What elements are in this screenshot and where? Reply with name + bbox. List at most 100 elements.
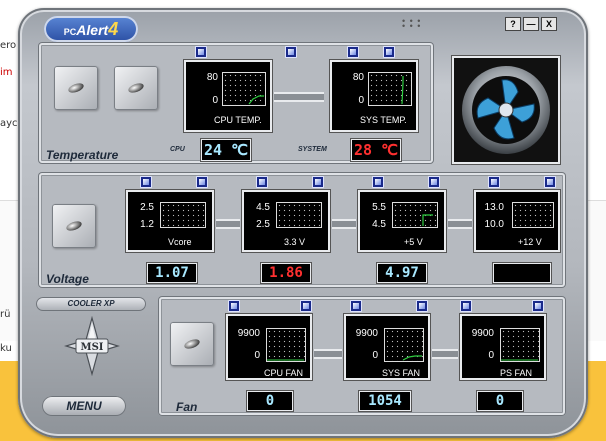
drag-handle[interactable]: • • • • • • bbox=[402, 17, 421, 31]
trend-graph bbox=[368, 72, 412, 106]
msi-compass-icon: MSI bbox=[63, 315, 121, 377]
settings-icon[interactable] bbox=[544, 176, 556, 188]
temperature-panel: 80 0 CPU TEMP. 80 0 SYS TEMP. Temperatur… bbox=[38, 42, 434, 164]
settings-icon[interactable] bbox=[228, 300, 240, 312]
settings-icon[interactable] bbox=[372, 176, 384, 188]
scale-low: 1.2 bbox=[140, 219, 154, 230]
monitor-label: 3.3 V bbox=[284, 237, 306, 247]
monitor-label: SYS TEMP. bbox=[360, 115, 407, 125]
trend-line bbox=[422, 214, 433, 226]
trend-graph bbox=[392, 202, 438, 228]
voltage-label: Voltage bbox=[46, 272, 89, 286]
trend-line bbox=[248, 95, 264, 105]
connector bbox=[432, 349, 458, 359]
scale-low: 10.0 bbox=[484, 219, 504, 230]
scale-low: 2.5 bbox=[256, 219, 270, 230]
settings-icon[interactable] bbox=[383, 46, 395, 58]
pc-alert-logo: PCAlert4 bbox=[44, 16, 138, 42]
settings-icon[interactable] bbox=[416, 300, 428, 312]
scale-low: 4.5 bbox=[372, 219, 386, 230]
scale-min: 0 bbox=[488, 350, 494, 361]
v33-readout: 1.86 bbox=[262, 264, 310, 282]
trend-graph bbox=[384, 328, 424, 362]
pc-alert-window: PCAlert4 • • • • • • ? — X 80 0 CPU TEMP.… bbox=[18, 8, 588, 438]
settings-icon[interactable] bbox=[195, 46, 207, 58]
fan-panel: 9900 0 CPU FAN 0 9900 0 SYS FAN 1054 990… bbox=[158, 296, 566, 416]
scale-min: 0 bbox=[372, 350, 378, 361]
settings-icon[interactable] bbox=[256, 176, 268, 188]
settings-icon[interactable] bbox=[350, 300, 362, 312]
trend-graph bbox=[276, 202, 322, 228]
temperature-sensor-toggle[interactable] bbox=[54, 66, 98, 110]
menu-label: MENU bbox=[66, 399, 102, 413]
scale-high: 4.5 bbox=[256, 202, 270, 213]
v12-readout bbox=[494, 264, 550, 282]
settings-icon[interactable] bbox=[196, 176, 208, 188]
trend-line bbox=[402, 355, 422, 361]
v5-readout: 4.97 bbox=[378, 264, 426, 282]
voltage-panel: 2.5 1.2 Vcore 1.07 4.5 2.5 3.3 V 1.86 5.… bbox=[38, 172, 566, 288]
v33-monitor: 4.5 2.5 3.3 V bbox=[242, 190, 330, 252]
settings-icon[interactable] bbox=[140, 176, 152, 188]
scale-min: 0 bbox=[212, 95, 218, 106]
trend-graph bbox=[266, 328, 306, 362]
settings-icon[interactable] bbox=[532, 300, 544, 312]
minimize-button[interactable]: — bbox=[523, 17, 539, 31]
voltage-sensor-toggle[interactable] bbox=[52, 204, 96, 248]
connector bbox=[448, 219, 472, 229]
ps-fan-monitor: 9900 0 PS FAN bbox=[460, 314, 546, 380]
monitor-label: PS FAN bbox=[500, 368, 533, 378]
msi-text: MSI bbox=[81, 342, 104, 353]
sys-fan-readout: 1054 bbox=[360, 392, 410, 410]
v5-monitor: 5.5 4.5 +5 V bbox=[358, 190, 446, 252]
trend-graph bbox=[222, 72, 266, 106]
trend-graph bbox=[160, 202, 206, 228]
v12-monitor: 13.0 10.0 +12 V bbox=[474, 190, 560, 252]
scale-max: 80 bbox=[206, 72, 218, 83]
fan-sensor-toggle[interactable] bbox=[170, 322, 214, 366]
system-label: SYSTEM bbox=[298, 146, 327, 153]
settings-icon[interactable] bbox=[285, 46, 297, 58]
close-button[interactable]: X bbox=[541, 17, 557, 31]
temperature-label: Temperature bbox=[46, 148, 119, 162]
settings-icon[interactable] bbox=[488, 176, 500, 188]
cooler-xp-button[interactable]: COOLER XP bbox=[36, 297, 146, 311]
scale-high: 13.0 bbox=[484, 202, 504, 213]
monitor-label: +5 V bbox=[404, 237, 423, 247]
connector bbox=[314, 349, 342, 359]
settings-icon[interactable] bbox=[300, 300, 312, 312]
msi-logo: MSI bbox=[63, 315, 121, 377]
vcore-readout: 1.07 bbox=[148, 264, 196, 282]
system-temp-readout: 28 ℃ bbox=[352, 140, 400, 160]
settings-icon[interactable] bbox=[460, 300, 472, 312]
cpu-fan-monitor: 9900 0 CPU FAN bbox=[226, 314, 312, 380]
background-text: ayc bbox=[0, 118, 18, 129]
monitor-label: Vcore bbox=[168, 237, 192, 247]
monitor-label: SYS FAN bbox=[382, 368, 421, 378]
trend-line bbox=[401, 76, 404, 105]
sys-fan-monitor: 9900 0 SYS FAN bbox=[344, 314, 430, 380]
scale-high: 5.5 bbox=[372, 202, 386, 213]
scale-max: 9900 bbox=[471, 328, 494, 339]
scale-max: 9900 bbox=[237, 328, 260, 339]
trend-graph bbox=[512, 202, 554, 228]
connector bbox=[332, 219, 356, 229]
settings-icon[interactable] bbox=[312, 176, 324, 188]
vcore-monitor: 2.5 1.2 Vcore bbox=[126, 190, 214, 252]
settings-icon[interactable] bbox=[347, 46, 359, 58]
menu-button[interactable]: MENU bbox=[42, 396, 126, 416]
scale-high: 2.5 bbox=[140, 202, 154, 213]
monitor-label: +12 V bbox=[518, 237, 542, 247]
settings-icon[interactable] bbox=[428, 176, 440, 188]
cpu-temp-monitor: 80 0 CPU TEMP. bbox=[184, 60, 272, 132]
monitor-label: CPU TEMP. bbox=[214, 115, 262, 125]
help-button[interactable]: ? bbox=[505, 17, 521, 31]
sys-temp-monitor: 80 0 SYS TEMP. bbox=[330, 60, 418, 132]
scale-min: 0 bbox=[254, 350, 260, 361]
temperature-sensor-toggle[interactable] bbox=[114, 66, 158, 110]
background-text: ku bbox=[0, 343, 12, 354]
background-text: im bbox=[0, 67, 13, 78]
trend-line bbox=[501, 359, 538, 361]
connector bbox=[216, 219, 240, 229]
scale-max: 9900 bbox=[355, 328, 378, 339]
